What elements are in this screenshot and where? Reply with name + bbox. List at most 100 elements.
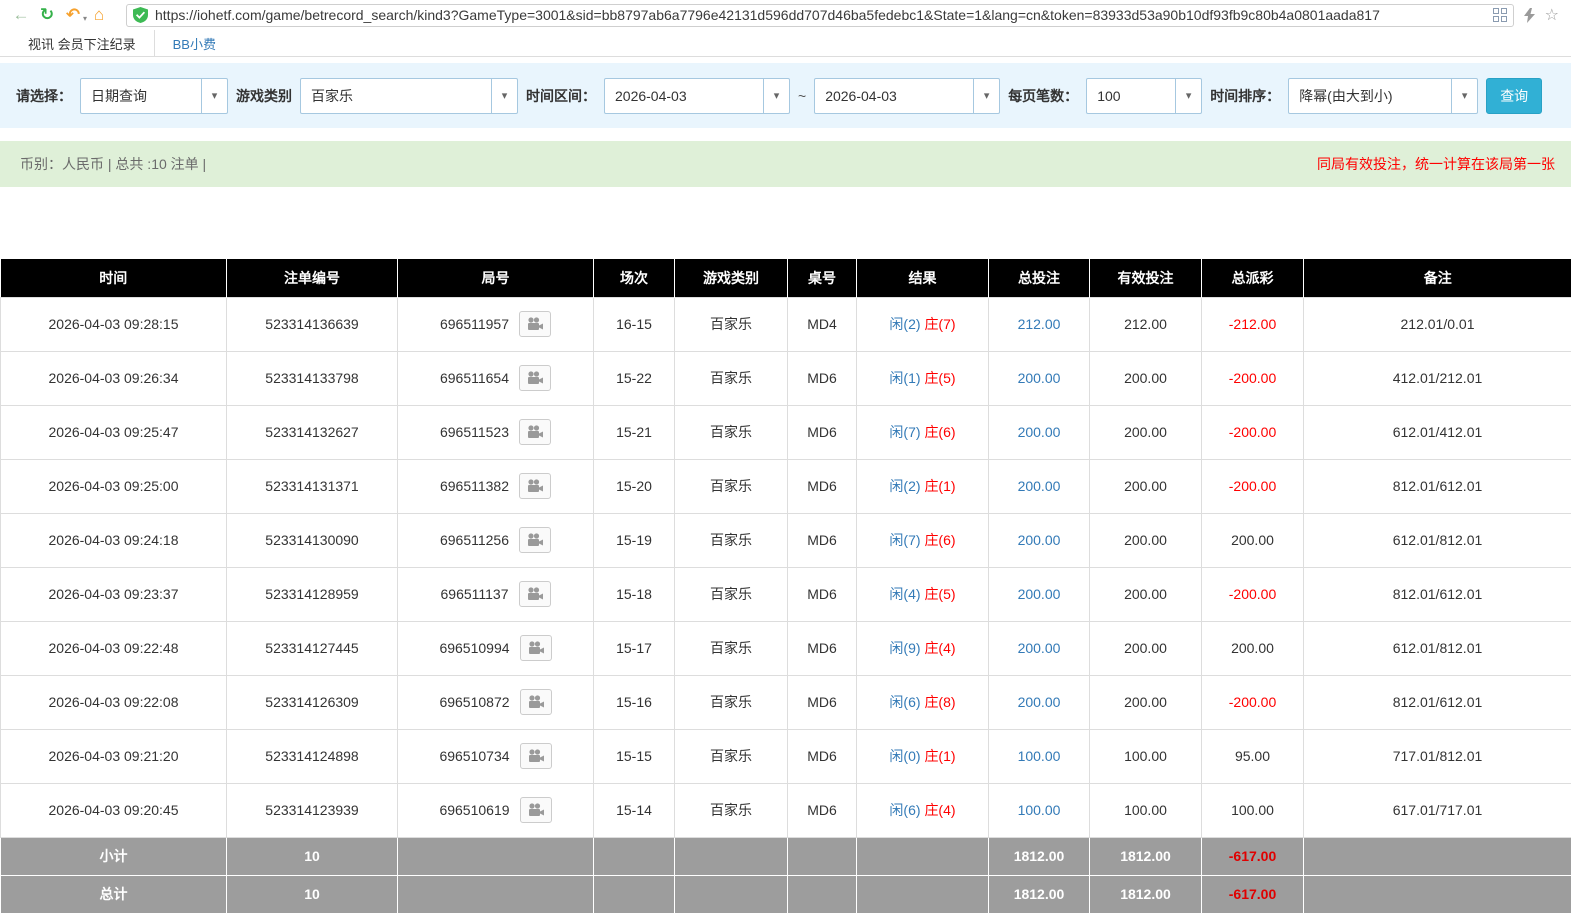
cell-result: 闲(2) 庄(1) <box>857 459 989 513</box>
video-replay-button[interactable] <box>519 419 551 445</box>
cell-game-type: 百家乐 <box>675 459 788 513</box>
cell-payout: -200.00 <box>1202 675 1304 729</box>
video-replay-button[interactable] <box>519 365 551 391</box>
cell-result: 闲(1) 庄(5) <box>857 351 989 405</box>
game-type-select[interactable]: 百家乐 ▾ <box>300 78 518 114</box>
result-player: 闲(0) <box>889 748 920 764</box>
search-button[interactable]: 查询 <box>1486 78 1542 114</box>
cell-game-type: 百家乐 <box>675 621 788 675</box>
cell-total-bet[interactable]: 200.00 <box>989 621 1090 675</box>
back-icon[interactable]: ← <box>8 5 34 25</box>
video-camera-icon <box>527 533 543 547</box>
cell-table-no: MD6 <box>788 351 857 405</box>
cell-total-bet[interactable]: 200.00 <box>989 567 1090 621</box>
home-icon[interactable]: ⌂ <box>86 5 112 25</box>
cell-note: 812.01/612.01 <box>1304 675 1571 729</box>
video-camera-icon <box>527 479 543 493</box>
cell-note: 617.01/717.01 <box>1304 783 1571 837</box>
address-bar[interactable]: https://iohetf.com/game/betrecord_search… <box>126 4 1514 27</box>
cell-time: 2026-04-03 09:23:37 <box>1 567 227 621</box>
round-no-text: 696510619 <box>439 802 509 818</box>
sort-order-select[interactable]: 降幂(由大到小) ▾ <box>1288 78 1478 114</box>
lightning-icon[interactable] <box>1524 8 1535 23</box>
security-shield-icon <box>133 7 148 23</box>
cell-game-type: 百家乐 <box>675 297 788 351</box>
query-type-select[interactable]: 日期查询 ▾ <box>80 78 228 114</box>
filter-bar: 请选择： 日期查询 ▾ 游戏类别 百家乐 ▾ 时间区间： 2026-04-03 … <box>0 63 1571 128</box>
table-row: 2026-04-03 09:23:37 523314128959 6965111… <box>1 567 1571 621</box>
column-header-1: 注单编号 <box>227 259 398 297</box>
undo-icon[interactable]: ↶▾ <box>60 5 86 25</box>
tab-bb-tip[interactable]: BB小费 <box>155 30 234 56</box>
cell-total-bet[interactable]: 200.00 <box>989 351 1090 405</box>
summary-count: 10 <box>227 837 398 875</box>
cell-result: 闲(9) 庄(4) <box>857 621 989 675</box>
cell-total-bet[interactable]: 200.00 <box>989 405 1090 459</box>
cell-valid-bet: 100.00 <box>1090 729 1202 783</box>
video-replay-button[interactable] <box>519 473 551 499</box>
cell-total-bet[interactable]: 200.00 <box>989 513 1090 567</box>
round-no-text: 696511256 <box>440 532 509 548</box>
video-replay-button[interactable] <box>519 311 551 337</box>
summary-empty-cell <box>857 875 989 913</box>
result-player: 闲(6) <box>889 694 920 710</box>
summary-empty-cell <box>398 875 594 913</box>
cell-table-no: MD6 <box>788 783 857 837</box>
summary-empty-cell <box>398 837 594 875</box>
cell-session: 15-21 <box>594 405 675 459</box>
result-player: 闲(2) <box>889 316 920 332</box>
video-replay-button[interactable] <box>520 635 552 661</box>
per-page-value: 100 <box>1087 88 1175 104</box>
cell-round-no: 696511654 <box>398 351 594 405</box>
cell-game-type: 百家乐 <box>675 783 788 837</box>
cell-total-bet[interactable]: 212.00 <box>989 297 1090 351</box>
cell-session: 15-22 <box>594 351 675 405</box>
table-row: 2026-04-03 09:24:18 523314130090 6965112… <box>1 513 1571 567</box>
cell-result: 闲(7) 庄(6) <box>857 513 989 567</box>
summary-empty-cell <box>1304 875 1571 913</box>
video-replay-button[interactable] <box>520 743 552 769</box>
tab-bet-records[interactable]: 视讯 会员下注纪录 <box>10 30 155 56</box>
cell-table-no: MD4 <box>788 297 857 351</box>
cell-total-bet[interactable]: 200.00 <box>989 675 1090 729</box>
query-type-label: 请选择： <box>16 86 72 106</box>
cell-round-no: 696510734 <box>398 729 594 783</box>
video-replay-button[interactable] <box>519 581 551 607</box>
cell-bet-no: 523314130090 <box>227 513 398 567</box>
cell-total-bet[interactable]: 200.00 <box>989 459 1090 513</box>
column-header-7: 总投注 <box>989 259 1090 297</box>
cell-session: 15-16 <box>594 675 675 729</box>
column-header-5: 桌号 <box>788 259 857 297</box>
date-from-select[interactable]: 2026-04-03 ▾ <box>604 78 790 114</box>
video-replay-button[interactable] <box>520 689 552 715</box>
cell-payout: -212.00 <box>1202 297 1304 351</box>
cell-payout: -200.00 <box>1202 459 1304 513</box>
result-banker: 庄(6) <box>924 424 955 440</box>
column-header-4: 游戏类别 <box>675 259 788 297</box>
undo-dropdown-icon[interactable]: ▾ <box>83 14 87 23</box>
url-text[interactable]: https://iohetf.com/game/betrecord_search… <box>155 7 1487 23</box>
reload-icon[interactable]: ↻ <box>34 5 60 25</box>
column-header-3: 场次 <box>594 259 675 297</box>
cell-session: 16-15 <box>594 297 675 351</box>
video-replay-button[interactable] <box>519 527 551 553</box>
table-row: 2026-04-03 09:21:20 523314124898 6965107… <box>1 729 1571 783</box>
per-page-select[interactable]: 100 ▾ <box>1086 78 1202 114</box>
video-camera-icon <box>528 641 544 655</box>
records-table-wrap: 时间注单编号局号场次游戏类别桌号结果总投注有效投注总派彩备注 2026-04-0… <box>0 259 1571 914</box>
cell-payout: 100.00 <box>1202 783 1304 837</box>
summary-row: 总计 10 1812.00 1812.00 -617.00 <box>1 875 1571 913</box>
video-replay-button[interactable] <box>520 797 552 823</box>
cell-table-no: MD6 <box>788 729 857 783</box>
cell-round-no: 696511382 <box>398 459 594 513</box>
video-camera-icon <box>528 695 544 709</box>
header-row: 时间注单编号局号场次游戏类别桌号结果总投注有效投注总派彩备注 <box>1 259 1571 297</box>
cell-note: 412.01/212.01 <box>1304 351 1571 405</box>
cell-total-bet[interactable]: 100.00 <box>989 783 1090 837</box>
cell-valid-bet: 200.00 <box>1090 513 1202 567</box>
bookmark-star-icon[interactable]: ☆ <box>1545 5 1559 25</box>
cell-round-no: 696510619 <box>398 783 594 837</box>
cell-total-bet[interactable]: 100.00 <box>989 729 1090 783</box>
date-to-select[interactable]: 2026-04-03 ▾ <box>814 78 1000 114</box>
apps-grid-icon[interactable] <box>1493 8 1507 22</box>
